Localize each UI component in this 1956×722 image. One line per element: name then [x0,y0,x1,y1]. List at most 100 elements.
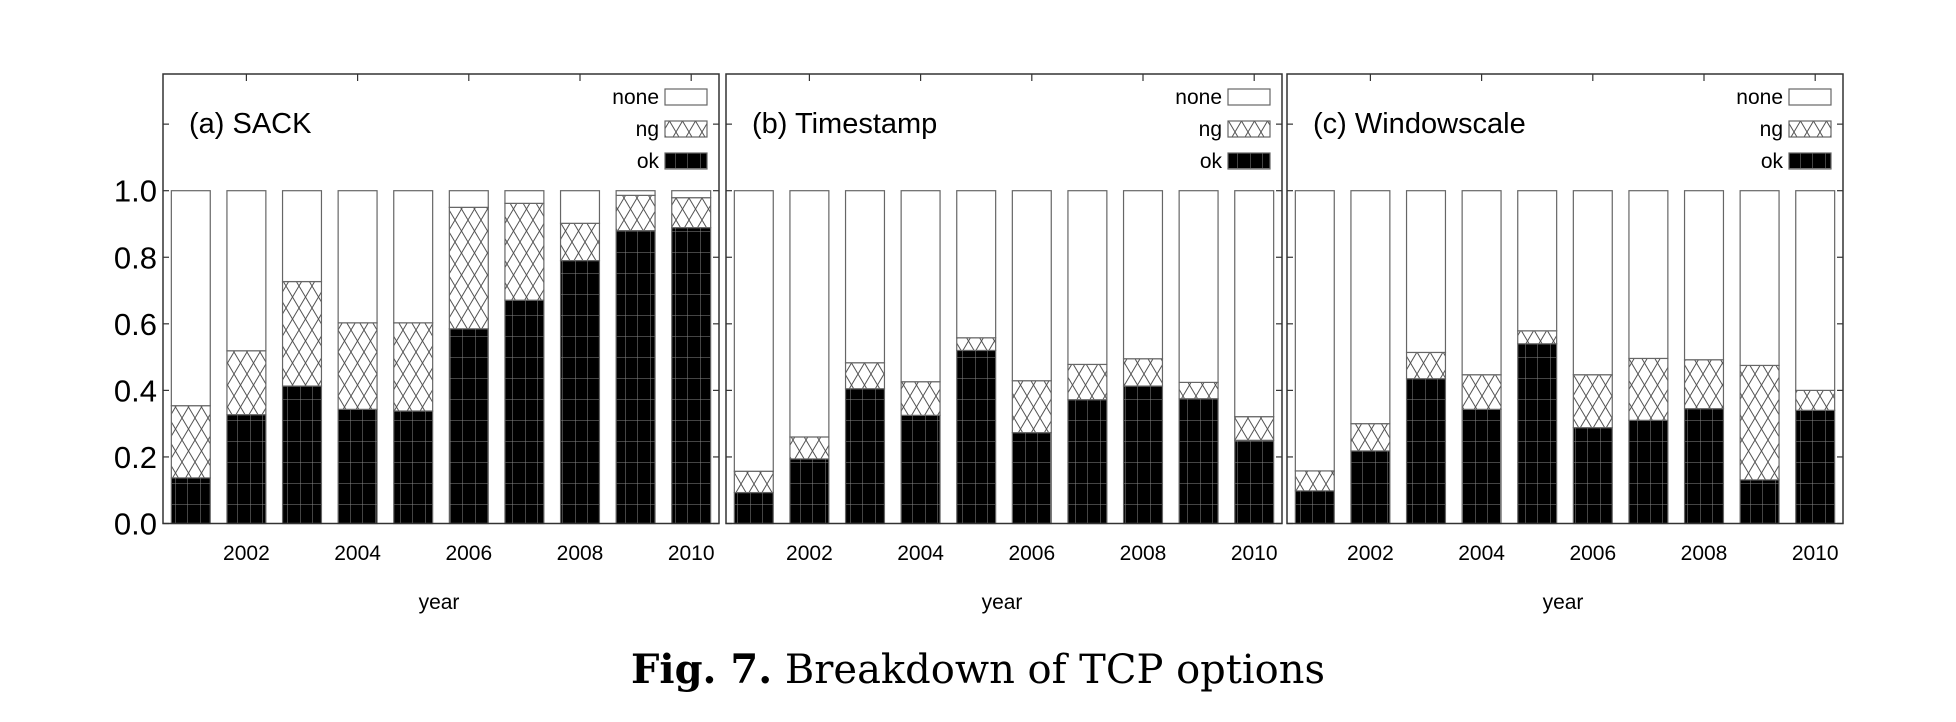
y-tick-label: 1.0 [114,174,157,209]
bar-ng-2002 [789,436,830,460]
bar-group-2001 [1294,190,1335,525]
bar-group-2009 [1739,190,1780,525]
bar-group-2007 [504,190,545,525]
x-tick-label: 2004 [1458,542,1505,565]
bar-group-2003 [281,190,323,525]
panel-title: (b) Timestamp [752,108,937,140]
bar-ng-2009 [1178,381,1219,400]
bar-group-2007 [1067,190,1108,525]
bar-ok-2001 [733,491,774,525]
x-axis-label: year [419,591,460,614]
panels: 2002 2004 2006 2008 2010 0.0 0.2 0.4 0.6 0.8 1.0 ye… [114,73,1844,614]
bar-group-2009 [615,190,656,525]
legend-swatch-none [1227,88,1271,106]
x-axis-label: year [1543,591,1584,614]
bar-group-2004 [1461,190,1502,525]
bar-ok-2010 [1234,439,1275,525]
panel-title: (a) SACK [189,108,312,140]
bar-group-2004 [900,190,941,525]
bar-ok-2008 [559,259,601,525]
x-tick-label: 2010 [668,542,715,565]
bar-ok-2009 [615,230,656,525]
bar-ok-2005 [956,349,997,525]
bar-ok-2002 [789,458,830,525]
bar-ok-2003 [1405,378,1447,525]
bar-ok-2010 [1795,409,1836,525]
bar-none-2010 [1234,190,1275,418]
legend-label-none: none [1736,86,1783,109]
bar-ok-2008 [1122,385,1164,525]
legend-label-none: none [1175,86,1222,109]
bar-ok-2002 [226,414,267,525]
bar-ng-2007 [504,202,545,301]
bar-ng-2006 [1011,380,1052,434]
bar-ok-2004 [1461,408,1502,525]
bar-none-2002 [226,190,267,352]
bar-ng-2005 [393,322,434,412]
bar-ng-2008 [1683,359,1725,410]
bar-ng-2006 [448,206,489,330]
legend-swatch-none [1788,88,1832,106]
bar-group-2010 [1795,190,1836,525]
x-axis-label: year [982,591,1023,614]
legend-swatch-ng [1788,120,1832,138]
bar-group-2005 [393,190,434,525]
bar-none-2002 [789,190,830,438]
x-tick-label: 2002 [223,542,270,565]
figure: 2002 2004 2006 2008 2010 0.0 0.2 0.4 0.6 0.8 1.0 ye… [114,73,1844,614]
bar-ng-2004 [1461,374,1502,410]
bar-none-2005 [393,190,434,324]
bar-ng-2001 [170,405,211,479]
bar-group-2008 [1122,190,1164,525]
x-tick-label: 2002 [1347,542,1394,565]
bar-ng-2006 [1572,374,1613,429]
legend-swatch-ok [664,152,708,170]
bar-ng-2010 [1234,416,1275,441]
bar-ng-2003 [281,280,323,387]
bar-none-2008 [1122,190,1164,360]
y-tick-label: 0.4 [114,373,157,408]
bar-ok-2007 [1067,399,1108,525]
panel-title: (c) Windowscale [1313,108,1526,140]
legend: none ng ok [1175,86,1271,173]
bar-none-2003 [281,190,323,283]
legend-label-ok: ok [1200,150,1223,173]
legend-swatch-ok [1788,152,1832,170]
caption-text: Breakdown of TCP options [784,647,1325,693]
bar-group-2001 [733,190,774,525]
bar-none-2005 [1517,190,1558,332]
bar-group-2003 [1405,190,1447,525]
bar-none-2001 [733,190,774,472]
bar-ng-2007 [1628,357,1669,421]
y-tick-label: 0.8 [114,240,157,275]
legend: none ng ok [1736,86,1832,173]
bar-ng-2001 [733,470,774,494]
bar-none-2004 [337,190,378,324]
bar-ng-2009 [1739,364,1780,481]
bar-none-2007 [504,190,545,204]
bar-none-2003 [844,190,886,364]
x-tick-label: 2008 [1681,542,1728,565]
bar-ok-2006 [448,328,489,525]
bar-ok-2006 [1572,427,1613,525]
caption-label: Fig. 7. [630,646,773,693]
bar-group-2008 [1683,190,1725,525]
x-tick-label: 2006 [1008,542,1055,565]
bar-none-2010 [671,190,712,199]
x-tick-label: 2008 [1120,542,1167,565]
legend-label-ok: ok [1761,150,1784,173]
bar-none-2006 [448,190,489,208]
bar-ok-2004 [337,408,378,525]
bar-none-2007 [1067,190,1108,366]
bar-group-2001 [170,190,211,525]
bar-group-2005 [956,190,997,525]
bar-group-2006 [1011,190,1052,525]
bar-ok-2005 [393,410,434,525]
bar-group-2008 [559,190,601,525]
bar-ng-2001 [1294,470,1335,492]
bar-none-2004 [900,190,941,383]
bar-ok-2006 [1011,432,1052,525]
bar-group-2010 [1234,190,1275,525]
bar-none-2006 [1011,190,1052,382]
panel-1: 2002 2004 2006 2008 2010 0.0 0.2 0.4 0.6 0.8 1.0 ye… [114,73,720,614]
